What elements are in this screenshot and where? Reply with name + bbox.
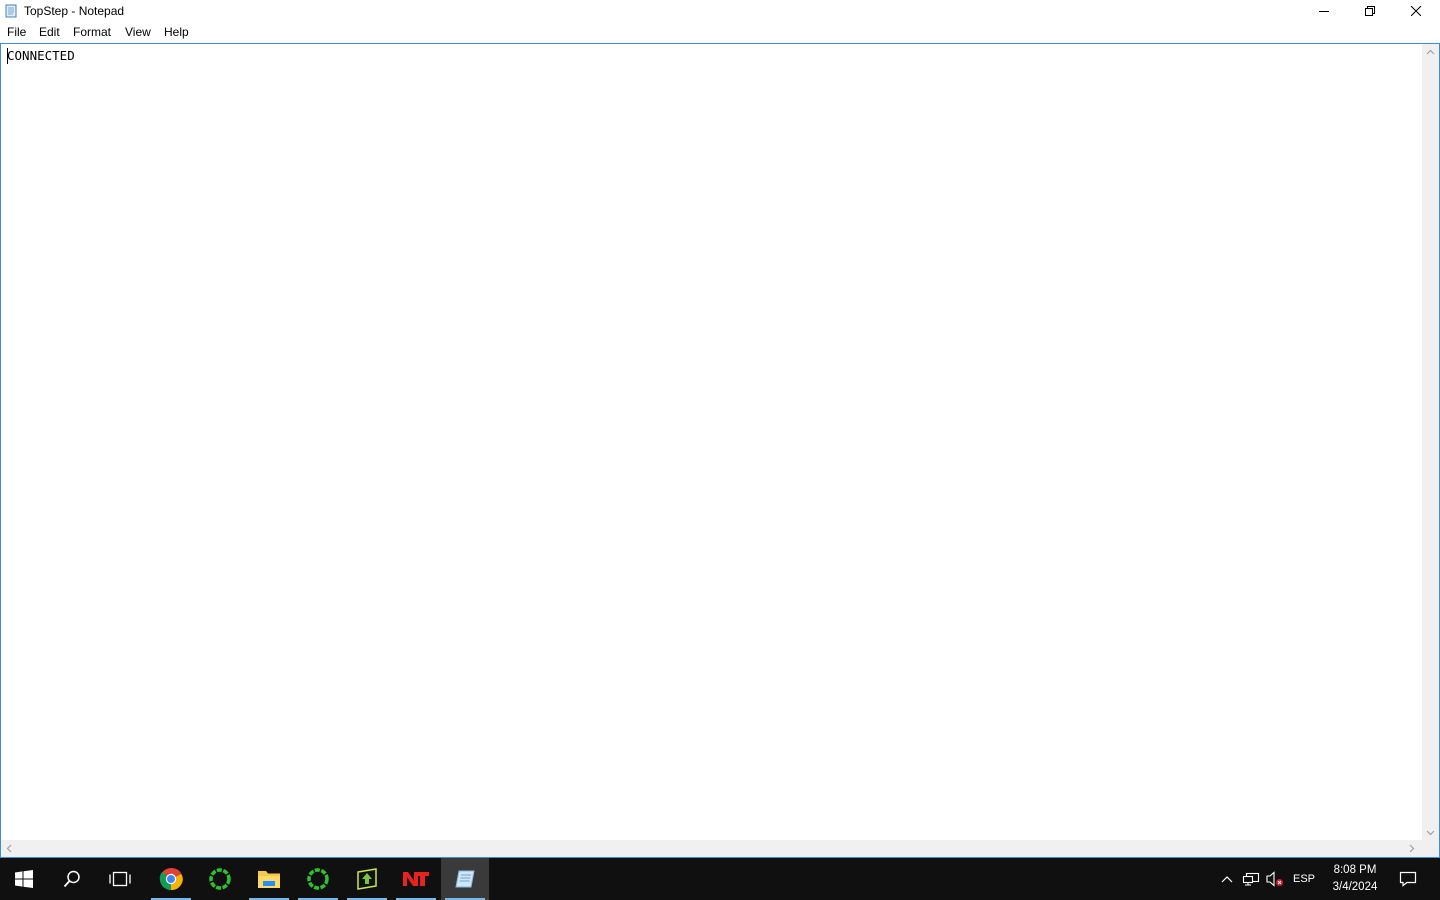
chrome-icon <box>159 867 183 891</box>
restore-icon <box>1365 6 1375 16</box>
volume-muted-icon <box>1266 871 1283 887</box>
chevron-up-icon <box>1221 876 1233 883</box>
taskbar-green-ring-app-1[interactable] <box>196 858 244 900</box>
menu-file[interactable]: File <box>7 25 26 40</box>
input-language-indicator[interactable]: ESP <box>1290 858 1318 900</box>
minimize-icon <box>1319 11 1329 12</box>
green-ring-icon <box>307 868 329 890</box>
show-hidden-icons-button[interactable] <box>1218 858 1236 900</box>
clock[interactable]: 8:08 PM 3/4/2024 <box>1326 862 1384 896</box>
taskbar-notepad[interactable] <box>441 858 489 900</box>
green-ring-icon <box>209 868 231 890</box>
title-bar[interactable]: TopStep - Notepad <box>0 0 1440 22</box>
restore-button[interactable] <box>1347 0 1393 22</box>
windows-logo-icon <box>15 870 33 888</box>
folder-icon <box>258 871 280 888</box>
taskbar-ninjatrader[interactable] <box>392 858 440 900</box>
menu-edit[interactable]: Edit <box>39 25 60 40</box>
window-title: TopStep - Notepad <box>24 4 125 18</box>
nt-logo-icon <box>403 872 429 886</box>
task-view-icon <box>109 871 131 887</box>
task-view-button[interactable] <box>96 858 144 900</box>
editor-content[interactable]: CONNECTED <box>7 48 75 64</box>
taskbar-green-arrow-app[interactable] <box>343 858 391 900</box>
network-button[interactable] <box>1240 858 1262 900</box>
scroll-left-icon[interactable] <box>5 844 14 853</box>
action-center-button[interactable] <box>1394 858 1422 900</box>
network-icon <box>1242 872 1260 886</box>
menu-format[interactable]: Format <box>73 25 111 40</box>
notepad-icon <box>4 4 18 18</box>
volume-button[interactable] <box>1264 858 1286 900</box>
horizontal-scrollbar[interactable] <box>1 840 1422 857</box>
minimize-button[interactable] <box>1301 0 1347 22</box>
search-icon <box>63 870 80 888</box>
taskbar-chrome[interactable] <box>147 858 195 900</box>
close-icon <box>1411 6 1421 16</box>
vertical-scrollbar[interactable] <box>1422 44 1439 841</box>
start-button[interactable] <box>0 858 48 900</box>
search-button[interactable] <box>48 858 96 900</box>
menu-bar: File Edit Format View Help <box>0 22 1440 43</box>
clock-time: 8:08 PM <box>1333 864 1377 876</box>
text-caret <box>7 48 8 64</box>
taskbar-green-ring-app-2[interactable] <box>294 858 342 900</box>
notification-icon <box>1399 871 1417 887</box>
close-button[interactable] <box>1393 0 1439 22</box>
taskbar-file-explorer[interactable] <box>245 858 293 900</box>
scroll-up-icon[interactable] <box>1426 48 1435 57</box>
scroll-down-icon[interactable] <box>1426 828 1435 837</box>
clock-date: 3/4/2024 <box>1332 881 1378 893</box>
scroll-right-icon[interactable] <box>1407 844 1416 853</box>
menu-help[interactable]: Help <box>164 25 189 40</box>
menu-view[interactable]: View <box>125 25 151 40</box>
notepad-icon <box>455 870 475 888</box>
green-arrow-icon <box>357 868 377 890</box>
taskbar: ESP 8:08 PM 3/4/2024 <box>0 858 1440 900</box>
scrollbar-corner <box>1422 840 1439 857</box>
text-editor[interactable]: CONNECTED <box>0 43 1440 858</box>
